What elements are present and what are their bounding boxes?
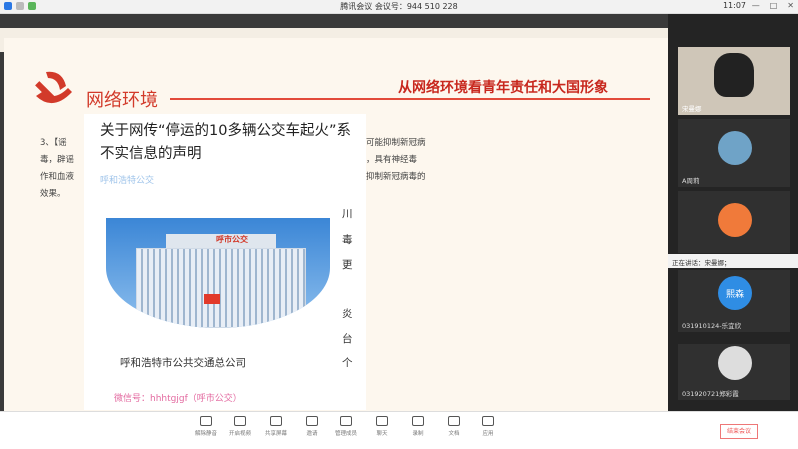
toolbar-label: 开启视频: [228, 431, 251, 437]
text-line: 可能抑制新冠病: [366, 138, 426, 148]
speaking-indicator: 正在讲话：宋曼娜；: [668, 254, 798, 268]
microphone-muted-icon: [200, 416, 212, 426]
text-line: 抑制新冠病毒的: [366, 172, 426, 182]
text-line: 3、【谣: [40, 138, 67, 148]
toolbar-label: 共享屏幕: [264, 431, 287, 437]
panda-avatar-icon: [718, 346, 752, 380]
flag-icon: [204, 294, 220, 304]
participant-tile[interactable]: A周莉: [678, 119, 790, 187]
participant-tile[interactable]: 熙森 031910124-乐宜欣: [678, 270, 790, 332]
side-char: 个: [342, 357, 353, 369]
apps-icon: [482, 416, 494, 426]
minimize-button[interactable]: —: [752, 1, 760, 10]
members-icon: [340, 416, 352, 426]
title-divider: [170, 98, 650, 100]
chat-button[interactable]: 聊天: [366, 416, 398, 437]
side-char: 炎: [342, 308, 353, 320]
text-line: 作和血液: [40, 172, 75, 182]
share-screen-button[interactable]: 共享屏幕: [260, 416, 292, 437]
meeting-title: 腾讯会议 会议号：944 510 228: [340, 2, 458, 11]
maximize-button[interactable]: □: [770, 1, 778, 10]
record-icon: [412, 416, 424, 426]
text-line: ，具有神经毒: [366, 155, 418, 165]
start-video-button[interactable]: 开启视频: [224, 416, 256, 437]
toolbar-label: 解除静音: [194, 431, 217, 437]
chat-icon: [376, 416, 388, 426]
article-source[interactable]: 呼和浩特公交: [100, 173, 154, 186]
participants-panel: 宋曼娜 A周莉 熙森 031910124-乐宜欣 031920721郑彩霞: [668, 14, 798, 411]
shared-screen: 网络环境 从网络环境看青年责任和大国形象 3、【谣 毒，辟谣 作和血液 效果。 …: [0, 14, 668, 411]
meeting-window: 腾讯会议 会议号：944 510 228 11:07 — □ ✕ 网络环境 从网…: [0, 0, 798, 449]
text-line: 毒，辟谣: [40, 155, 75, 165]
unmute-button[interactable]: 解除静音: [190, 416, 222, 437]
toolbar-label: 应用: [482, 431, 494, 437]
participant-tile[interactable]: 宋曼娜: [678, 47, 790, 115]
camera-icon: [234, 416, 246, 426]
slide-text-right: 可能抑制新冠病 ，具有神经毒 抑制新冠病毒的: [366, 137, 426, 184]
toolbar-label: 管理成员: [334, 431, 357, 437]
record-button[interactable]: 录制: [402, 416, 434, 437]
party-emblem-icon: [35, 71, 72, 104]
article-title: 关于网传“停运的10多辆公交车起火”系不实信息的声明: [100, 123, 351, 162]
slide-heading: 从网络环境看青年责任和大国形象: [398, 80, 608, 96]
article-wechat: 微信号：hhhtgjgf（呼市公交）: [114, 394, 242, 404]
apps-button[interactable]: 应用: [472, 416, 504, 437]
participant-tile[interactable]: [678, 191, 790, 253]
meeting-time: 11:07: [722, 1, 746, 10]
building-sign: 呼市公交: [216, 235, 248, 244]
slide-section-title: 网络环境: [86, 90, 158, 111]
participant-tile[interactable]: 031920721郑彩霞: [678, 344, 790, 400]
building: [136, 248, 306, 328]
toolbar-label: 聊天: [376, 431, 388, 437]
article-company: 呼和浩特市公共交通总公司: [120, 357, 246, 369]
screen-share-icon: [270, 416, 282, 426]
side-char: 台: [342, 333, 353, 345]
toolbar-label: 文档: [448, 431, 460, 437]
manage-members-button[interactable]: 管理成员: [330, 416, 362, 437]
invite-button[interactable]: 邀请: [296, 416, 328, 437]
slide-text-left: 3、【谣 毒，辟谣 作和血液 效果。: [40, 137, 74, 201]
toolbar-label: 邀请: [306, 431, 318, 437]
participant-name: 031910124-乐宜欣: [682, 322, 742, 330]
toolbar-label: 录制: [412, 431, 424, 437]
documents-button[interactable]: 文档: [438, 416, 470, 437]
side-char: 川: [342, 208, 353, 220]
participant-video: [714, 53, 754, 97]
side-char: 更: [342, 259, 353, 271]
invite-icon: [306, 416, 318, 426]
side-char: 毒: [342, 234, 353, 246]
title-bar: 腾讯会议 会议号：944 510 228 11:07 — □ ✕: [0, 0, 798, 14]
close-button[interactable]: ✕: [787, 1, 794, 10]
end-meeting-button[interactable]: 结束会议: [720, 424, 758, 439]
meeting-toolbar: 解除静音 开启视频 共享屏幕 邀请 管理成员 聊天 录制 文档 应用 结束会议: [0, 411, 798, 449]
participant-name: 031920721郑彩霞: [682, 390, 739, 398]
participant-photo: [718, 131, 752, 165]
article-photo: 呼市公交: [106, 218, 330, 328]
participant-name: 宋曼娜: [682, 105, 702, 113]
participant-avatar: 熙森: [718, 276, 752, 310]
participant-name: A周莉: [682, 177, 700, 185]
document-icon: [448, 416, 460, 426]
text-line: 效果。: [40, 189, 66, 199]
cartoon-avatar-icon: [718, 203, 752, 237]
